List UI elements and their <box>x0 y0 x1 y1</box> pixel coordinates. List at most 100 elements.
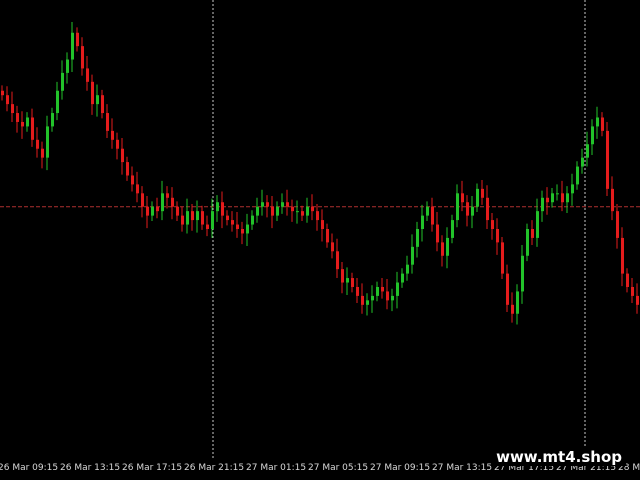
candle-body <box>366 300 369 305</box>
candle-body <box>491 220 494 229</box>
candle-body <box>501 242 504 274</box>
candle <box>396 271 399 309</box>
candle <box>311 194 314 221</box>
candle-body <box>16 113 19 122</box>
candle-body <box>21 121 24 127</box>
candle-body <box>461 193 464 203</box>
candle <box>626 268 629 293</box>
candle-body <box>306 206 309 216</box>
grid-layer <box>0 0 640 458</box>
candle-body <box>256 206 259 216</box>
candle-body <box>351 278 354 287</box>
candle-body <box>371 295 374 301</box>
candle <box>296 200 299 224</box>
candle <box>246 213 249 246</box>
candle-body <box>561 193 564 203</box>
candle-body <box>136 184 139 194</box>
candle-body <box>431 206 434 225</box>
candle <box>181 206 184 232</box>
candle <box>571 173 574 206</box>
candle-body <box>121 148 124 163</box>
candle-body <box>151 206 154 216</box>
candle <box>281 193 284 214</box>
candles-layer <box>1 22 639 325</box>
candle <box>301 205 304 221</box>
candle <box>226 210 229 226</box>
candle <box>136 171 139 203</box>
candle-body <box>386 291 389 301</box>
candle <box>156 197 159 219</box>
time-tick-label: 26 Mar 13:15 <box>60 463 120 473</box>
candle-body <box>276 206 279 216</box>
candle <box>636 283 639 314</box>
candle <box>416 221 419 258</box>
candle-body <box>436 224 439 243</box>
candle-body <box>556 193 559 195</box>
candle-body <box>601 117 604 131</box>
candle-body <box>356 286 359 296</box>
candle-body <box>201 211 204 225</box>
time-tick-label: 27 Mar 09:15 <box>370 463 430 473</box>
candle-body <box>291 206 294 212</box>
candle-body <box>211 211 214 229</box>
candle <box>21 111 24 139</box>
candle <box>341 262 344 294</box>
candle <box>151 201 154 221</box>
candle-body <box>206 224 209 229</box>
candle <box>51 107 54 132</box>
candle <box>126 156 129 181</box>
candle-body <box>636 295 639 305</box>
candle <box>66 52 69 84</box>
candle <box>276 201 279 221</box>
candle <box>236 212 239 238</box>
candle-body <box>266 202 269 207</box>
candle <box>201 205 204 230</box>
candle <box>376 281 379 302</box>
candle <box>326 223 329 248</box>
candle-body <box>451 220 454 238</box>
time-tick-label: 26 Mar 21:15 <box>184 463 244 473</box>
candle-body <box>161 193 164 212</box>
candle-body <box>566 193 569 203</box>
price-chart: 26 Mar 09:15 26 Mar 13:15 26 Mar 17:15 26 M… <box>0 0 640 473</box>
candle <box>206 215 209 237</box>
candle <box>111 118 114 149</box>
candle-body <box>331 242 334 252</box>
candle-body <box>141 193 144 207</box>
candle-body <box>526 229 529 256</box>
candle-body <box>261 202 264 207</box>
candle-body <box>426 206 429 216</box>
candle-body <box>616 211 619 238</box>
candle <box>431 197 434 232</box>
candle <box>611 176 614 221</box>
candle <box>106 104 109 139</box>
candle <box>521 245 524 304</box>
candle-body <box>416 229 419 247</box>
candle-body <box>176 206 179 216</box>
candle <box>96 84 99 117</box>
candle <box>261 189 264 216</box>
candle <box>161 180 164 221</box>
candle-body <box>1 90 4 96</box>
candle <box>116 132 119 160</box>
candle <box>131 166 134 192</box>
candle <box>391 288 394 312</box>
candle <box>481 179 484 205</box>
candle-body <box>301 211 304 216</box>
candle-body <box>421 215 424 229</box>
candle-body <box>381 286 384 292</box>
candle <box>566 186 569 213</box>
time-tick-label: 27 Mar 01:15 <box>246 463 306 473</box>
candle-body <box>341 269 344 283</box>
candle <box>601 112 604 137</box>
candle-body <box>246 224 249 234</box>
candle-body <box>91 81 94 105</box>
candle-body <box>516 291 519 314</box>
candle-body <box>611 188 614 212</box>
candle-body <box>106 113 109 131</box>
candle-body <box>466 202 469 216</box>
candle-body <box>631 286 634 296</box>
candle-body <box>396 282 399 296</box>
candle <box>31 108 34 147</box>
candle <box>456 184 459 228</box>
